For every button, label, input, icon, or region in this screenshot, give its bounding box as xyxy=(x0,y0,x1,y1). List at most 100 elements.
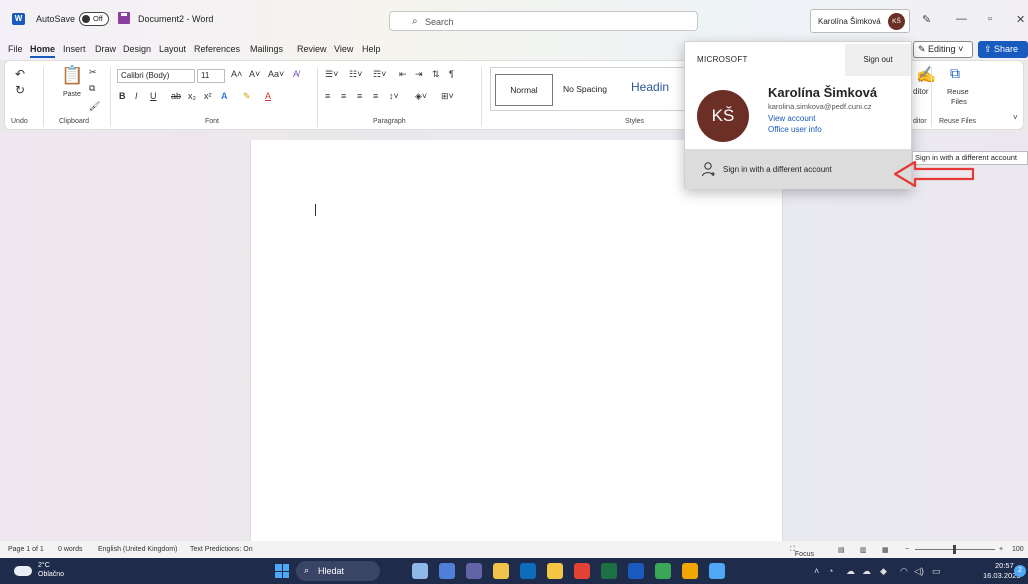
multilevel-list-icon[interactable]: ☶˅ xyxy=(373,69,386,80)
bullets-icon[interactable]: ☰˅ xyxy=(325,69,338,80)
store-app-icon[interactable] xyxy=(493,563,509,579)
font-color-button[interactable]: A xyxy=(265,91,271,101)
tab-help[interactable]: Help xyxy=(362,44,381,54)
battery-icon[interactable]: ▭ xyxy=(932,566,941,577)
sort-icon[interactable]: ⇅ xyxy=(432,69,440,80)
font-name-select[interactable]: Calibri (Body) xyxy=(117,69,195,83)
highlight-icon[interactable]: ✎ xyxy=(243,91,251,102)
weather-condition[interactable]: Oblačno xyxy=(38,571,64,578)
taskbar-search[interactable]: ⌕ Hledat xyxy=(296,561,380,581)
account-button[interactable]: Karolína Šimková KŠ xyxy=(810,9,910,33)
tray-app-icon[interactable]: ◔ xyxy=(828,566,833,576)
text-effects-button[interactable]: A xyxy=(221,91,228,101)
text-predictions-status[interactable]: Text Predictions: On xyxy=(190,546,253,553)
italic-button[interactable]: I xyxy=(135,91,138,101)
justify-icon[interactable]: ≡ xyxy=(373,91,378,101)
share-button[interactable]: ⇪ Share xyxy=(978,41,1028,58)
tab-view[interactable]: View xyxy=(334,44,353,54)
copy-icon[interactable]: ⧉ xyxy=(89,83,95,94)
tray-overflow-chevron-icon[interactable]: ˄ xyxy=(814,566,819,576)
align-center-icon[interactable]: ≡ xyxy=(341,91,346,101)
zoom-out-icon[interactable]: − xyxy=(905,546,909,553)
grow-font-button[interactable]: A˄ xyxy=(231,69,242,79)
paste-label[interactable]: Paste xyxy=(63,91,81,98)
cloud-icon[interactable] xyxy=(14,566,32,576)
office-user-info-link[interactable]: Office user info xyxy=(768,125,822,134)
chrome3-app-icon[interactable] xyxy=(682,563,698,579)
sign-in-different-account-button[interactable]: Sign in with a different account xyxy=(685,149,911,189)
bold-button[interactable]: B xyxy=(119,91,126,101)
zoom-slider-handle[interactable] xyxy=(953,545,956,554)
close-icon[interactable]: ✕ xyxy=(1016,13,1025,26)
chrome-app-icon[interactable] xyxy=(574,563,590,579)
chat-app-icon[interactable] xyxy=(466,563,482,579)
windows-start-icon[interactable] xyxy=(275,564,289,578)
reuse-files-label-2[interactable]: Files xyxy=(951,97,967,106)
zoom-in-icon[interactable]: + xyxy=(999,546,1003,553)
page-count[interactable]: Page 1 of 1 xyxy=(8,546,44,553)
underline-button[interactable]: U xyxy=(150,91,157,101)
tray-app2-icon[interactable]: ◆ xyxy=(880,566,887,577)
ribbon-collapse-chevron-icon[interactable]: ˅ xyxy=(1013,113,1018,122)
word-app-icon[interactable] xyxy=(628,563,644,579)
subscript-button[interactable]: x₂ xyxy=(188,91,196,101)
language-status[interactable]: English (United Kingdom) xyxy=(98,546,177,553)
increase-indent-icon[interactable]: ⇥ xyxy=(415,69,423,80)
style-heading[interactable]: Headin xyxy=(631,80,669,94)
editor-label[interactable]: ditor xyxy=(913,87,929,96)
clear-formatting-icon[interactable]: A̸ xyxy=(293,69,299,79)
autosave-toggle[interactable]: Off xyxy=(79,12,109,26)
focus-button[interactable]: ⛶ Focus xyxy=(790,546,814,558)
tab-references[interactable]: References xyxy=(194,44,240,54)
print-layout-icon[interactable]: ▥ xyxy=(860,546,867,554)
pen-icon[interactable]: ✎ xyxy=(922,13,931,26)
change-case-button[interactable]: Aa˅ xyxy=(268,69,284,79)
shrink-font-button[interactable]: A˅ xyxy=(249,69,260,79)
undo-icon[interactable]: ↶ xyxy=(15,67,25,81)
show-marks-icon[interactable]: ¶ xyxy=(449,69,454,79)
files-app-icon[interactable] xyxy=(439,563,455,579)
read-mode-icon[interactable]: ▤ xyxy=(838,546,845,554)
cut-icon[interactable]: ✂ xyxy=(89,67,97,78)
document-page[interactable] xyxy=(250,140,783,541)
tab-design[interactable]: Design xyxy=(123,44,151,54)
onedrive2-icon[interactable]: ☁ xyxy=(862,566,871,577)
other-app-icon[interactable] xyxy=(709,563,725,579)
tab-file[interactable]: File xyxy=(8,44,23,54)
chrome2-app-icon[interactable] xyxy=(655,563,671,579)
weather-temperature[interactable]: 2°C xyxy=(38,562,50,569)
save-icon[interactable] xyxy=(118,12,130,24)
wifi-icon[interactable]: ◠ xyxy=(900,566,908,577)
web-layout-icon[interactable]: ▦ xyxy=(882,546,889,554)
align-left-icon[interactable]: ≡ xyxy=(325,91,330,101)
restore-icon[interactable]: ▫ xyxy=(988,13,992,25)
word-count[interactable]: 0 words xyxy=(58,546,83,553)
sign-out-button[interactable]: Sign out xyxy=(845,44,911,76)
editing-mode-button[interactable]: ✎ Editing ˅ xyxy=(913,41,973,58)
format-painter-icon[interactable]: 🖌 xyxy=(89,101,100,112)
view-account-link[interactable]: View account xyxy=(768,114,815,123)
font-size-select[interactable]: 11 xyxy=(197,69,225,83)
volume-icon[interactable]: ◁) xyxy=(914,566,924,577)
shading-icon[interactable]: ◈˅ xyxy=(415,91,427,102)
tab-layout[interactable]: Layout xyxy=(159,44,186,54)
clock-time[interactable]: 20:57 xyxy=(995,561,1014,570)
decrease-indent-icon[interactable]: ⇤ xyxy=(399,69,407,80)
style-no-spacing[interactable]: No Spacing xyxy=(563,84,607,94)
tab-home[interactable]: Home xyxy=(30,44,56,58)
align-right-icon[interactable]: ≡ xyxy=(357,91,362,101)
strikethrough-button[interactable]: ab xyxy=(171,91,181,101)
excel-app-icon[interactable] xyxy=(601,563,617,579)
line-spacing-icon[interactable]: ↕˅ xyxy=(389,91,399,101)
tab-insert[interactable]: Insert xyxy=(63,44,86,54)
redo-icon[interactable]: ↻ xyxy=(15,83,25,97)
editor-icon[interactable]: ✍ xyxy=(916,65,936,85)
widgets-app-icon[interactable] xyxy=(412,563,428,579)
search-input[interactable]: ⌕ Search xyxy=(389,11,698,31)
tab-mailings[interactable]: Mailings xyxy=(250,44,283,54)
reuse-files-label-1[interactable]: Reuse xyxy=(947,87,969,96)
zoom-level[interactable]: 100 xyxy=(1012,546,1024,553)
minimize-icon[interactable]: — xyxy=(956,13,967,25)
notification-badge[interactable]: 2 xyxy=(1014,565,1026,577)
borders-icon[interactable]: ⊞˅ xyxy=(441,91,454,102)
